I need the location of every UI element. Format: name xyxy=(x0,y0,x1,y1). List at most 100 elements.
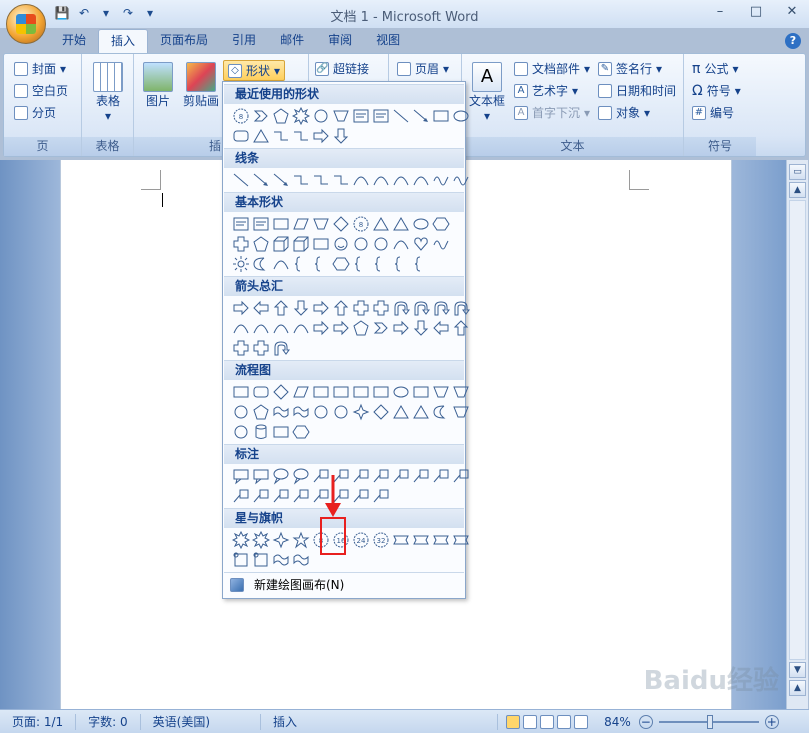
shape-elbow-icon[interactable] xyxy=(291,126,311,146)
ruler-toggle-icon[interactable]: ▭ xyxy=(789,164,806,180)
shape-rarrow-icon[interactable] xyxy=(231,298,251,318)
shape-linecall-icon[interactable] xyxy=(231,486,251,506)
shape-trap-icon[interactable] xyxy=(451,382,471,402)
shape-curve-icon[interactable] xyxy=(251,318,271,338)
print-layout-icon[interactable] xyxy=(506,714,521,729)
quickparts-button[interactable]: 文档部件 ▾ xyxy=(514,60,590,77)
shape-heart-icon[interactable] xyxy=(411,234,431,254)
shape-linecall-icon[interactable] xyxy=(251,486,271,506)
shape-wave-icon[interactable] xyxy=(271,550,291,570)
shape-trap-icon[interactable] xyxy=(311,214,331,234)
shape-rect-icon[interactable] xyxy=(431,106,451,126)
shape-circle-icon[interactable] xyxy=(231,422,251,442)
dropcap-button[interactable]: A 首字下沉 ▾ xyxy=(514,104,590,121)
zoom-thumb[interactable] xyxy=(706,714,713,729)
shape-textbox-icon[interactable] xyxy=(231,214,251,234)
shape-wave-icon[interactable] xyxy=(291,402,311,422)
shape-callout-icon[interactable] xyxy=(251,466,271,486)
shape-textbox-icon[interactable] xyxy=(251,214,271,234)
shape-star4-icon[interactable] xyxy=(351,402,371,422)
shape-rarrow-icon[interactable] xyxy=(311,318,331,338)
picture-button[interactable]: 图片 xyxy=(140,62,176,109)
shape-larrow-icon[interactable] xyxy=(431,318,451,338)
tab-page-layout[interactable]: 页面布局 xyxy=(148,29,220,54)
status-page[interactable]: 页面: 1/1 xyxy=(0,713,77,730)
shape-cross-icon[interactable] xyxy=(351,298,371,318)
shape-scribble-icon[interactable] xyxy=(431,170,451,190)
shape-circle-icon[interactable] xyxy=(231,402,251,422)
shape-moon-icon[interactable] xyxy=(251,254,271,274)
shape-rrect-icon[interactable] xyxy=(231,126,251,146)
shape-tri-icon[interactable] xyxy=(391,402,411,422)
shape-rect-icon[interactable] xyxy=(371,382,391,402)
shape-pent-icon[interactable] xyxy=(251,402,271,422)
shape-banner-icon[interactable] xyxy=(431,530,451,550)
zoom-out-icon[interactable]: − xyxy=(638,714,653,729)
shape-banner-icon[interactable] xyxy=(391,530,411,550)
shape-cross-icon[interactable] xyxy=(251,338,271,358)
shape-darrow-icon[interactable] xyxy=(331,126,351,146)
shape-circle-icon[interactable] xyxy=(311,106,331,126)
shape-pent-icon[interactable] xyxy=(351,318,371,338)
scroll-up-icon[interactable]: ▲ xyxy=(789,182,806,198)
shape-rect-icon[interactable] xyxy=(311,234,331,254)
shape-burst-icon[interactable] xyxy=(231,530,251,550)
shape-scribble-icon[interactable] xyxy=(431,234,451,254)
tab-home[interactable]: 开始 xyxy=(50,29,98,54)
draft-icon[interactable] xyxy=(574,714,589,729)
shapes-button[interactable]: ◇ 形状 ▾ xyxy=(223,60,286,81)
shape-rect-icon[interactable] xyxy=(351,382,371,402)
shape-burst-icon[interactable] xyxy=(251,530,271,550)
shape-star4-icon[interactable] xyxy=(271,530,291,550)
tab-insert[interactable]: 插入 xyxy=(98,29,149,54)
shape-tri-icon[interactable] xyxy=(251,126,271,146)
shape-brace-icon[interactable] xyxy=(391,254,411,274)
shape-brace-icon[interactable] xyxy=(311,254,331,274)
blank-page-button[interactable]: 空白页 xyxy=(14,82,68,99)
status-language[interactable]: 英语(美国) xyxy=(141,713,262,730)
shape-tri-icon[interactable] xyxy=(411,402,431,422)
shape-wave-icon[interactable] xyxy=(271,402,291,422)
shape-curve-icon[interactable] xyxy=(291,318,311,338)
shape-linecall-icon[interactable] xyxy=(411,466,431,486)
shape-curve-icon[interactable] xyxy=(271,254,291,274)
shape-uturn-icon[interactable] xyxy=(411,298,431,318)
shape-badge8-icon[interactable]: 8 xyxy=(351,214,371,234)
cover-button[interactable]: 封面 ▾ xyxy=(14,60,66,77)
shape-linecall-icon[interactable] xyxy=(351,486,371,506)
shape-star5-icon[interactable] xyxy=(291,530,311,550)
shape-arrowline-icon[interactable] xyxy=(411,106,431,126)
shape-rarrow-icon[interactable] xyxy=(311,126,331,146)
shape-uarrow-icon[interactable] xyxy=(271,298,291,318)
shape-oval-icon[interactable] xyxy=(451,106,471,126)
shape-badge8-icon[interactable]: 8 xyxy=(231,106,251,126)
shape-line-icon[interactable] xyxy=(391,106,411,126)
shape-scribble-icon[interactable] xyxy=(451,170,471,190)
shape-brace-icon[interactable] xyxy=(351,254,371,274)
equation-button[interactable]: π 公式 ▾ xyxy=(692,60,738,77)
shape-darrow-icon[interactable] xyxy=(291,298,311,318)
textbox-button[interactable]: A 文本框 ▾ xyxy=(466,62,508,123)
shape-circle-icon[interactable] xyxy=(311,402,331,422)
shape-burst-icon[interactable] xyxy=(291,106,311,126)
shape-linecall-icon[interactable] xyxy=(271,486,291,506)
shape-diamond-icon[interactable] xyxy=(271,382,291,402)
shape-line-icon[interactable] xyxy=(231,170,251,190)
shape-rect-icon[interactable] xyxy=(411,382,431,402)
help-icon[interactable]: ? xyxy=(785,33,801,49)
shape-cross-icon[interactable] xyxy=(231,338,251,358)
shape-linecall-icon[interactable] xyxy=(291,486,311,506)
shape-uturn-icon[interactable] xyxy=(391,298,411,318)
new-drawing-canvas-item[interactable]: 新建绘图画布(N) xyxy=(224,572,464,596)
shape-brace-icon[interactable] xyxy=(411,254,431,274)
shape-wave-icon[interactable] xyxy=(291,550,311,570)
shape-diamond-icon[interactable] xyxy=(331,214,351,234)
shape-callout-icon[interactable] xyxy=(231,466,251,486)
wordart-button[interactable]: A 艺术字 ▾ xyxy=(514,82,578,99)
minimize-button[interactable]: – xyxy=(709,2,731,22)
shape-rarrow-icon[interactable] xyxy=(391,318,411,338)
shape-pent-icon[interactable] xyxy=(251,234,271,254)
status-insert-mode[interactable]: 插入 xyxy=(261,713,499,730)
shape-para-icon[interactable] xyxy=(291,214,311,234)
shape-rarrow-icon[interactable] xyxy=(311,298,331,318)
